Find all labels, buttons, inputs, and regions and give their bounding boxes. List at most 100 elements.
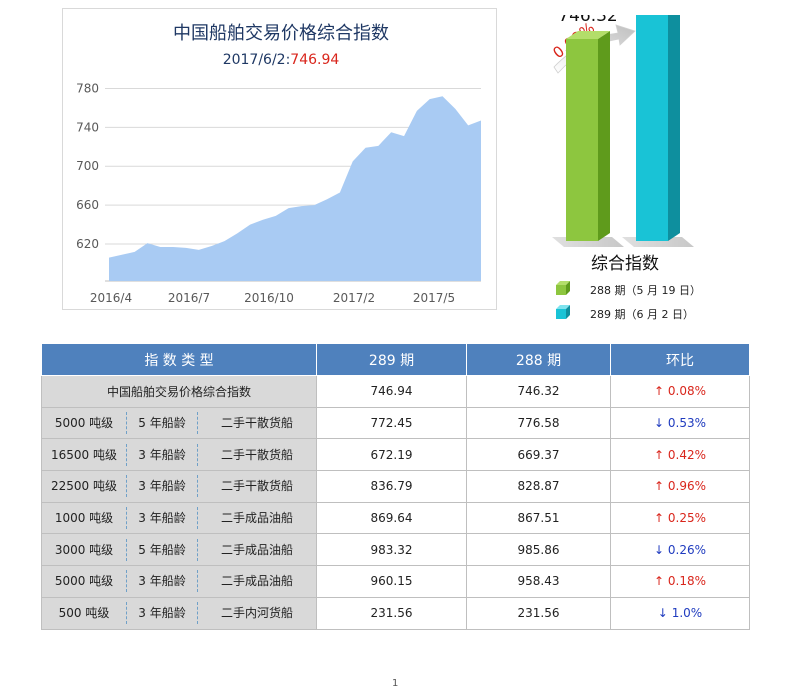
y-tick-label: 700 [76,159,99,173]
value-288: 985.86 [466,533,611,567]
price-index-table: 指 数 类 型 289 期 288 期 环比 中国船舶交易价格综合指数 746.… [41,343,750,630]
x-tick-label: 2016/4 [90,291,132,305]
arrow-down-icon: ↓ [653,416,665,431]
value-289: 672.19 [316,438,467,472]
change-pct: 0.96% [667,479,706,494]
x-tick-label: 2017/2 [333,291,375,305]
change-cell: ↑ 0.42% [610,438,750,472]
ship-type-label: 二手成品油船 [220,511,293,526]
tonnage-label: 3000 吨级 [54,542,114,557]
composite-name-cell: 中国船舶交易价格综合指数 [41,375,317,408]
value-289: 869.64 [316,501,467,535]
legend-label-288: 288 期（5 月 19 日） [590,284,701,297]
arrow-up-icon: ↑ [653,511,665,526]
area-chart-svg: 中国船舶交易价格综合指数 2017/6/2:746.94 620 660 700 74… [76,23,481,305]
value-288: 867.51 [466,501,611,535]
value-289: 983.32 [316,533,467,567]
bar-chart-caption: 综合指数 [591,254,659,274]
composite-value-289: 746.94 [316,375,467,408]
value-289: 772.45 [316,406,467,440]
arrow-up-icon: ↑ [653,384,665,399]
change-cell: ↑ 0.96% [610,470,750,503]
header-period-288: 288 期 [466,343,611,376]
bar-chart-svg: 0.08% 746.32746.94 综合指数 288 期（5 月 19 日） … [549,15,701,321]
value-288: 231.56 [466,596,611,630]
change-pct: 0.25% [667,511,706,526]
change-pct: 0.53% [667,416,706,431]
value-289: 231.56 [316,596,467,630]
type-cell: 3000 吨级 5 年船龄 二手成品油船 [41,533,317,567]
x-tick-label: 2017/5 [413,291,455,305]
table-body: 中国船舶交易价格综合指数 746.94 746.32 ↑ 0.08% 5000 … [41,375,750,630]
type-cell: 16500 吨级 3 年船龄 二手干散货船 [41,438,317,472]
table-row: 5000 吨级 3 年船龄 二手成品油船 960.15 958.43 ↑ 0.18% [41,565,750,598]
table-row: 16500 吨级 3 年船龄 二手干散货船 672.19 669.37 ↑ 0.42% [41,438,750,472]
composite-change-pct: 0.08% [667,384,706,399]
change-pct: 0.26% [667,542,706,557]
arrow-down-icon: ↓ [657,606,668,621]
ship-age-label: 3 年船龄 [126,507,198,530]
table-row: 5000 吨级 5 年船龄 二手干散货船 772.45 776.58 ↓ 0.53% [41,406,750,440]
bar-value-label: 746.32 [558,15,617,26]
area-chart-x-ticks: 2016/4 2016/7 2016/10 2017/2 2017/5 [90,291,455,305]
area-chart-series [109,96,481,281]
arrow-down-icon: ↓ [653,542,665,557]
area-chart-subtitle: 2017/6/2:746.94 [223,52,340,68]
ship-age-label: 3 年船龄 [126,443,198,466]
ship-type-label: 二手干散货船 [220,447,293,462]
change-cell: ↓ 1.0% [610,596,750,630]
table-row: 22500 吨级 3 年船龄 二手干散货船 836.79 828.87 ↑ 0.96% [41,470,750,503]
tonnage-label: 1000 吨级 [54,511,114,526]
value-288: 828.87 [466,470,611,503]
x-tick-label: 2016/10 [244,291,294,305]
change-pct: 0.18% [667,574,706,589]
table-row: 1000 吨级 3 年船龄 二手成品油船 869.64 867.51 ↑ 0.25% [41,501,750,535]
ship-type-label: 二手干散货船 [220,416,293,431]
table-row: 500 吨级 3 年船龄 二手内河货船 231.56 231.56 ↓ 1.0% [41,596,750,630]
tonnage-label: 16500 吨级 [51,447,117,462]
type-cell: 1000 吨级 3 年船龄 二手成品油船 [41,501,317,535]
type-cell: 22500 吨级 3 年船龄 二手干散货船 [41,470,317,503]
ship-type-label: 二手成品油船 [220,574,293,589]
bar-side [598,31,610,241]
ship-age-label: 3 年船龄 [126,475,198,498]
value-288: 669.37 [466,438,611,472]
arrow-up-icon: ↑ [653,479,665,494]
change-cell: ↓ 0.26% [610,533,750,567]
header-period-289: 289 期 [316,343,467,376]
area-chart-y-ticks: 620 660 700 740 780 [76,81,99,251]
bar-side [668,15,680,241]
bar-chart-series: 746.32 746.94 [558,15,680,241]
table-row-composite: 中国船舶交易价格综合指数 746.94 746.32 ↑ 0.08% [41,375,750,408]
change-pct: 1.0% [671,606,703,621]
value-289: 960.15 [316,565,467,598]
ship-type-label: 二手干散货船 [220,479,293,494]
ship-type-label: 二手内河货船 [220,606,293,621]
value-289: 836.79 [316,470,467,503]
legend-label-289: 289 期（6 月 2 日） [590,308,694,321]
legend-item-289: 289 期（6 月 2 日） [556,305,694,321]
area-series-fill [109,96,481,281]
table-row: 3000 吨级 5 年船龄 二手成品油船 983.32 985.86 ↓ 0.26% [41,533,750,567]
value-288: 958.43 [466,565,611,598]
change-cell: ↑ 0.18% [610,565,750,598]
type-cell: 5000 吨级 5 年船龄 二手干散货船 [41,406,317,440]
tonnage-label: 500 吨级 [58,606,110,621]
subtitle-value: 746.94 [290,52,339,68]
legend-item-288: 288 期（5 月 19 日） [556,281,701,297]
change-cell: ↑ 0.25% [610,501,750,535]
arrow-up-icon: ↑ [653,574,665,589]
ship-age-label: 5 年船龄 [126,538,198,561]
type-cell: 500 吨级 3 年船龄 二手内河货船 [41,596,317,630]
type-cell: 5000 吨级 3 年船龄 二手成品油船 [41,565,317,598]
header-change: 环比 [610,343,750,376]
arrow-up-icon: ↑ [653,447,665,462]
ship-age-label: 3 年船龄 [126,570,198,593]
bar: 746.94 [636,15,680,241]
composite-change-cell: ↑ 0.08% [610,375,750,408]
y-tick-label: 780 [76,81,99,95]
y-tick-label: 740 [76,120,99,134]
change-pct: 0.42% [667,447,706,462]
area-chart-title: 中国船舶交易价格综合指数 [173,23,389,44]
x-tick-label: 2016/7 [168,291,210,305]
